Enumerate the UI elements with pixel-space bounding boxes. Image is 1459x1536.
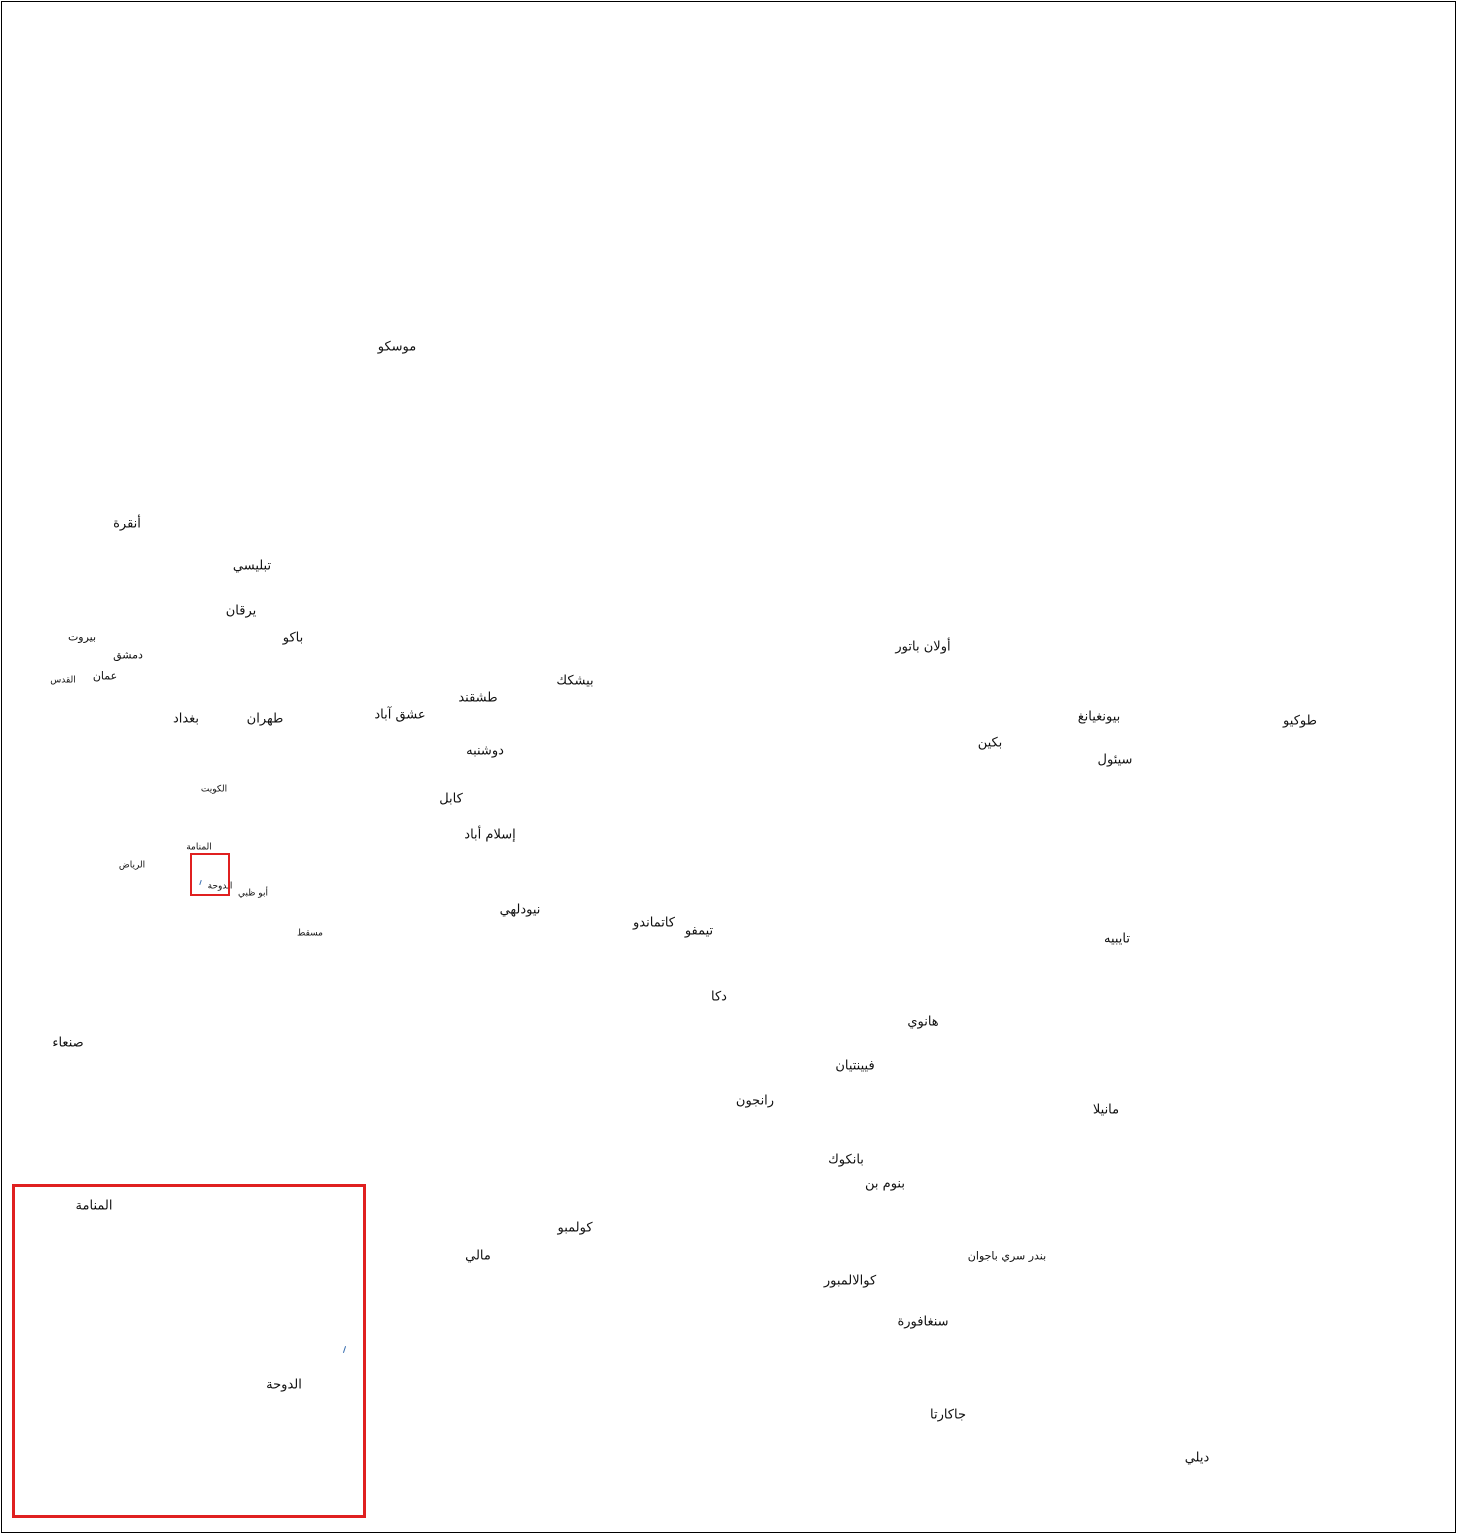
inset-map-frame [12, 1184, 366, 1518]
city-label-kuala-lumpur: كوالالمبور [823, 1273, 877, 1289]
city-label-moscow: موسكو [377, 339, 417, 355]
city-label-singapore: سنغافورة [897, 1314, 949, 1330]
inset-label-doha: الدوحة [266, 1377, 302, 1393]
city-label-damascus: دمشق [113, 648, 143, 662]
zoom-region-marker [190, 853, 230, 896]
city-label-ulaanbaatar: أولان باتور [895, 639, 951, 655]
city-label-ankara: أنقرة [113, 516, 141, 532]
inset-label-manama: المنامة [75, 1198, 113, 1214]
city-label-dhaka: دكا [711, 989, 727, 1005]
city-label-taipei: تايبيه [1103, 931, 1131, 947]
city-label-phnom-penh: بنوم بن [865, 1176, 905, 1192]
city-label-hanoi: هانوي [907, 1014, 939, 1030]
city-label-male: مالي [465, 1248, 491, 1264]
city-label-tashkent: طشقند [458, 690, 498, 706]
city-label-yangon: رانجون [735, 1093, 775, 1109]
city-label-tehran: طهران [246, 711, 284, 727]
city-label-baku: باكو [282, 630, 304, 646]
city-label-sanaa: صنعاء [52, 1035, 84, 1051]
city-label-pyongyang: بيونغيانغ [1077, 709, 1121, 725]
city-label-tbilisi: تبليسي [232, 558, 272, 574]
city-label-abu-dhabi: أبو ظبي [238, 888, 268, 899]
city-label-new-delhi: نيودلهي [499, 902, 541, 918]
city-label-manila: مانيلا [1092, 1102, 1120, 1118]
city-label-riyadh: الرياض [118, 860, 146, 871]
city-label-kuwait: الكويت [200, 784, 228, 795]
city-label-amman: عمان [92, 669, 118, 683]
city-label-beijing: بكين [977, 735, 1003, 751]
city-label-dushanbe: دوشنبه [466, 743, 504, 759]
city-label-islamabad: إسلام أباد [464, 827, 516, 843]
city-label-bandar-seri-begawan: بندر سري باجوان [967, 1249, 1047, 1263]
city-label-tokyo: طوكيو [1283, 713, 1317, 729]
city-label-seoul: سيئول [1097, 752, 1133, 768]
city-label-ashgabat: عشق آباد [374, 707, 426, 723]
city-label-bangkok: بانكوك [828, 1152, 864, 1168]
city-label-muscat: مسقط [297, 928, 323, 939]
city-label-baghdad: بغداد [172, 711, 200, 727]
city-label-dili: ديلي [1184, 1450, 1210, 1466]
city-label-colombo: كولمبو [557, 1220, 593, 1236]
city-label-thimphu: تيمفو [684, 923, 714, 939]
city-label-jakarta: جاكارتا [929, 1407, 967, 1423]
city-label-kabul: كابل [439, 791, 463, 807]
city-label-yerevan: يرقان [225, 603, 257, 619]
city-label-kathmandu: كاتماندو [633, 915, 675, 931]
city-label-bishkek: بيشكك [556, 673, 594, 689]
city-label-jerusalem: القدس [50, 675, 76, 686]
city-label-manama: المنامة [186, 842, 212, 853]
city-label-vientiane: فيينتيان [835, 1058, 875, 1074]
city-label-beirut: بيروت [67, 630, 97, 644]
